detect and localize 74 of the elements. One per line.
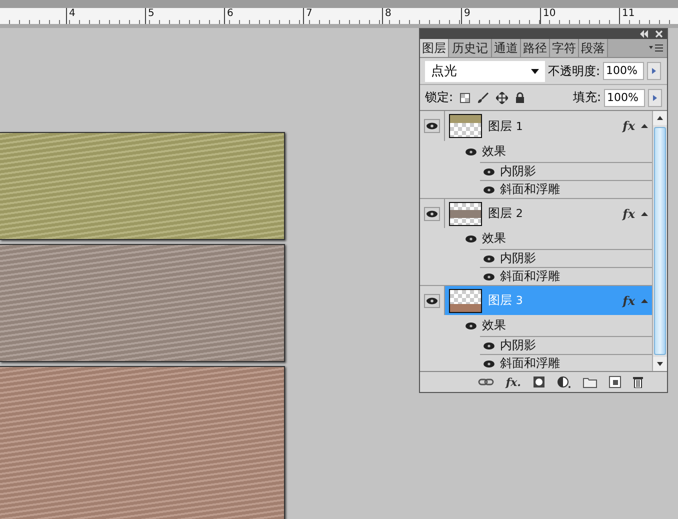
blend-mode-dropdown[interactable]: 点光 [425, 60, 545, 82]
fill-field[interactable]: 100% [604, 88, 645, 106]
layer-thumbnail [449, 288, 482, 312]
brush-icon[interactable] [477, 92, 490, 104]
effect-name: 内阴影 [500, 163, 536, 180]
visibility-eye-icon[interactable] [424, 294, 440, 308]
eye-icon[interactable] [483, 254, 495, 262]
fill-label: 填充: [572, 89, 601, 106]
eye-icon[interactable] [483, 360, 495, 368]
trash-icon[interactable] [633, 376, 643, 388]
ruler-label: 6 [224, 8, 303, 24]
eye-icon[interactable] [483, 272, 495, 280]
effect-name: 内阴影 [500, 337, 536, 354]
panel-tab[interactable]: 图层 [420, 39, 449, 57]
ruler-label: 10 [540, 8, 619, 24]
eye-icon[interactable] [465, 322, 477, 330]
effect-name: 斜面和浮雕 [500, 268, 560, 285]
adjustment-icon[interactable] [557, 376, 571, 388]
caret-icon [531, 68, 539, 74]
opacity-label: 不透明度: [548, 62, 600, 80]
scrollbar[interactable] [652, 111, 667, 371]
ruler-label: 4 [66, 8, 145, 24]
layer-thumbnail [449, 114, 482, 138]
add-style-icon[interactable]: fx. [506, 376, 521, 388]
panel-tab[interactable]: 通道 [492, 39, 521, 57]
close-icon[interactable] [655, 30, 663, 38]
eye-icon[interactable] [465, 148, 477, 156]
layer-row[interactable]: 图层 3 fx [445, 286, 652, 315]
eye-icon[interactable] [465, 234, 477, 242]
visibility-eye-icon[interactable] [424, 206, 440, 220]
menu-icon[interactable] [649, 44, 663, 52]
arrow-icon [652, 68, 656, 74]
folder-icon[interactable] [583, 376, 597, 388]
layer-row[interactable]: 图层 2 fx [445, 199, 652, 228]
eye-icon[interactable] [483, 342, 495, 350]
scroll-down-icon[interactable] [657, 362, 663, 366]
eye-icon[interactable] [483, 168, 495, 176]
layer-thumbnail [449, 202, 482, 226]
panel-tab[interactable]: 段落 [579, 39, 608, 57]
opacity-slider-button[interactable] [647, 62, 662, 80]
fill-slider-button[interactable] [648, 88, 662, 106]
effect-name: 斜面和浮雕 [500, 181, 560, 198]
ruler-label: 9 [461, 8, 540, 24]
lock-icon[interactable] [515, 92, 526, 103]
expand-arrow-icon[interactable] [641, 212, 648, 216]
ruler-label: 8 [382, 8, 461, 24]
expand-arrow-icon[interactable] [641, 124, 648, 128]
lock-label: 锁定: [425, 89, 454, 106]
effects-label: 效果 [482, 230, 506, 247]
ruler-label: 5 [145, 8, 224, 24]
new-layer-icon[interactable] [609, 376, 621, 388]
panel-tab[interactable]: 路径 [521, 39, 550, 57]
effects-label: 效果 [482, 317, 506, 334]
scroll-up-icon[interactable] [657, 116, 663, 120]
visibility-eye-icon[interactable] [424, 119, 440, 133]
link-icon[interactable] [478, 378, 494, 386]
effects-icon: fx [622, 119, 635, 133]
effects-icon: fx [622, 206, 635, 220]
layer-row[interactable]: 图层 1 fx [445, 111, 652, 141]
lock-transparency-icon[interactable] [460, 92, 470, 102]
ruler-label: 7 [303, 8, 382, 24]
effects-label: 效果 [482, 143, 506, 160]
effects-icon: fx [622, 294, 635, 308]
expand-arrow-icon[interactable] [641, 298, 648, 302]
effect-name: 斜面和浮雕 [500, 355, 560, 371]
arrow-icon [653, 94, 657, 100]
mask-icon[interactable] [533, 376, 545, 388]
panel-tab[interactable]: 字符 [550, 39, 579, 57]
panel-tab[interactable]: 历史记 [449, 39, 492, 57]
eye-icon[interactable] [483, 186, 495, 194]
ruler-label: 11 [619, 8, 678, 24]
effect-name: 内阴影 [500, 250, 536, 267]
opacity-field[interactable]: 100% [603, 62, 644, 80]
move-icon[interactable] [496, 92, 508, 104]
